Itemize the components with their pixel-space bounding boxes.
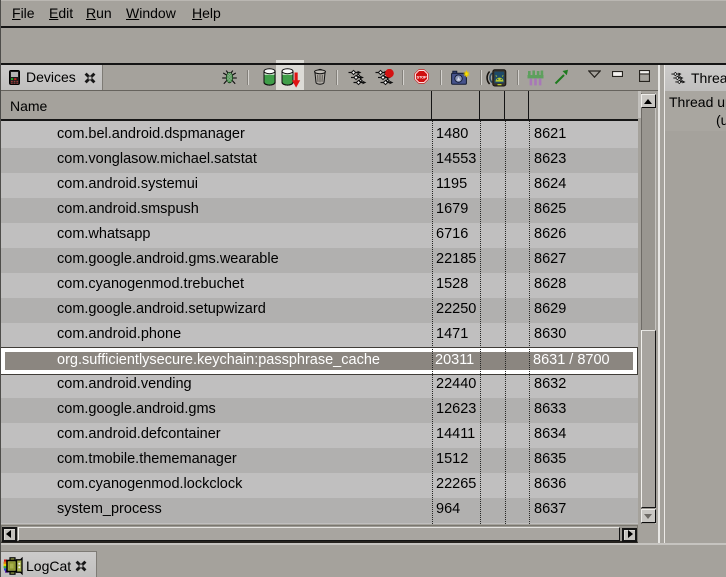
- svg-text:STOP: STOP: [416, 74, 427, 79]
